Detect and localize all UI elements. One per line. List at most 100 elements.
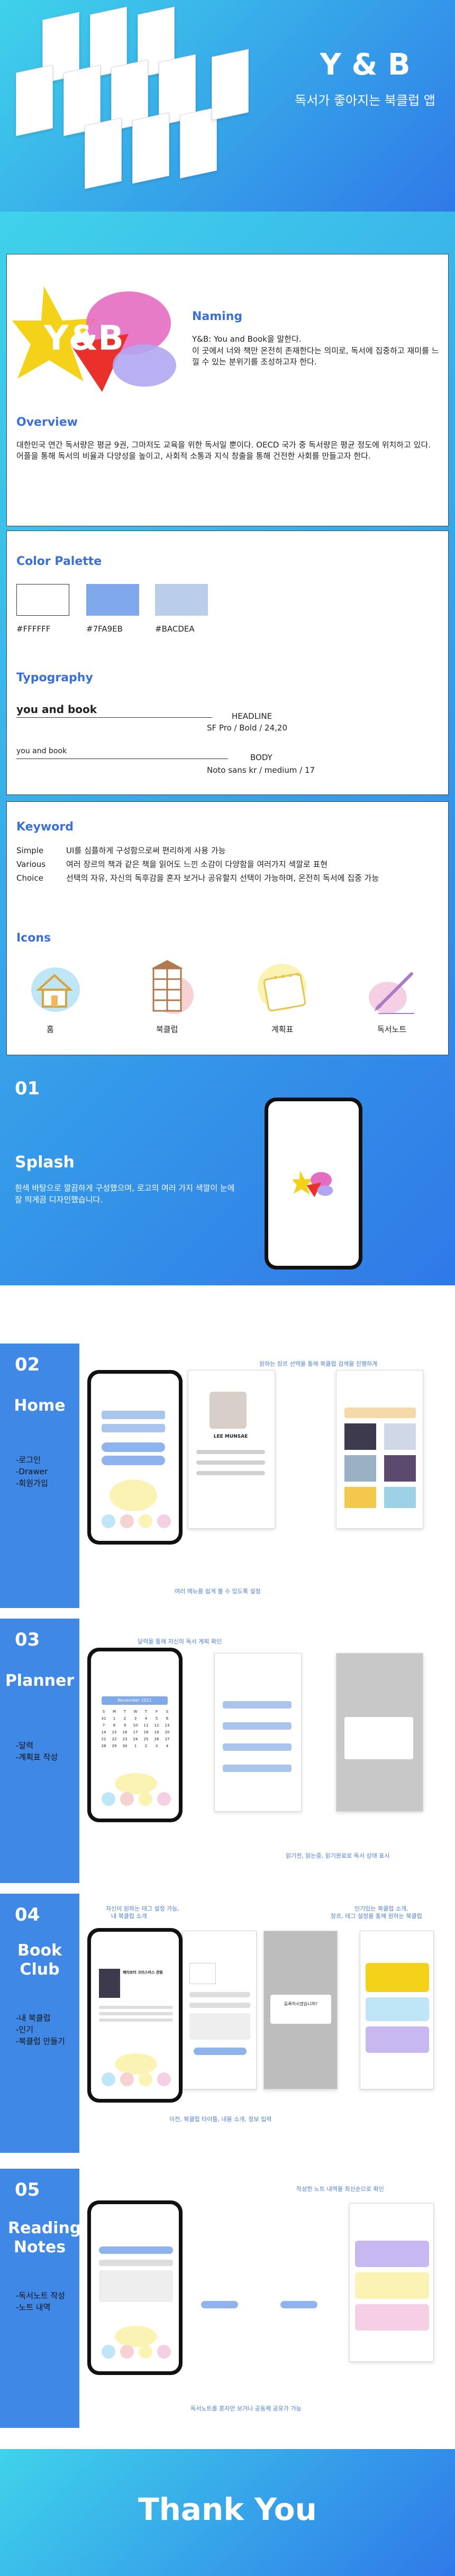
calendar-day[interactable]: 7 bbox=[98, 1722, 109, 1729]
calendar-day[interactable]: 12 bbox=[151, 1722, 162, 1729]
calendar-day[interactable]: 14 bbox=[98, 1729, 109, 1736]
planner-sidebar bbox=[0, 1619, 79, 1883]
notes-phone-write bbox=[87, 2200, 183, 2375]
notes-title: Reading Notes bbox=[8, 2219, 81, 2257]
planner-list-screen bbox=[214, 1653, 302, 1812]
calendar-day[interactable]: 18 bbox=[141, 1729, 151, 1736]
planner-note-top: 달력을 통해 자신의 독서 계획 확인 bbox=[138, 1638, 222, 1645]
calendar-day[interactable]: 27 bbox=[162, 1736, 172, 1743]
body-sample: you and book bbox=[16, 747, 67, 755]
splash-num: 01 bbox=[15, 1078, 40, 1099]
calendar-day[interactable]: 21 bbox=[98, 1736, 109, 1743]
calendar-day[interactable]: 17 bbox=[130, 1729, 141, 1736]
calendar-day[interactable]: 10 bbox=[130, 1722, 141, 1729]
calendar-day[interactable]: 4 bbox=[162, 1743, 172, 1750]
calendar-weekday: F bbox=[155, 1710, 158, 1714]
keyword-term-various: Various bbox=[16, 860, 46, 869]
bookclub-title: Book Club bbox=[17, 1941, 62, 1979]
planner-note-bottom: 읽기전, 읽는중, 읽기완료로 독서 상태 표시 bbox=[286, 1852, 390, 1859]
calendar-day[interactable]: 28 bbox=[98, 1743, 109, 1750]
keyword-card: Keyword Simple UI를 심플하게 구성함으로써 편리하게 사용 가… bbox=[6, 801, 449, 1055]
calendar-day[interactable]: 30 bbox=[120, 1743, 130, 1750]
calendar-weekday: W bbox=[133, 1710, 138, 1714]
planner-title: Planner bbox=[5, 1671, 75, 1690]
notes-feature-2: -노트 내역 bbox=[16, 2303, 51, 2312]
bookclub-book-title: 해리포터 크리스마스 관람 bbox=[123, 1970, 163, 1975]
calendar-day[interactable]: 8 bbox=[109, 1722, 120, 1729]
planner-feature-1: -달력 bbox=[16, 1741, 34, 1750]
home-num: 02 bbox=[15, 1354, 40, 1375]
naming-heading: Naming bbox=[192, 310, 243, 323]
calendar-day[interactable]: 1 bbox=[109, 1715, 120, 1722]
swatch-light-blue-label: #BACDEA bbox=[155, 624, 195, 634]
body-spec: Noto sans kr / medium / 17 bbox=[207, 765, 315, 775]
calendar-day[interactable]: 5 bbox=[151, 1715, 162, 1722]
calendar-day[interactable]: 13 bbox=[162, 1722, 172, 1729]
confirm-dialog-text: 등록하시겠습니까? bbox=[284, 2002, 318, 2006]
calendar-day[interactable]: 3 bbox=[151, 1743, 162, 1750]
palette-heading: Color Palette bbox=[16, 555, 102, 568]
keyword-term-choice: Choice bbox=[16, 873, 43, 883]
naming-line2: 이 곳에서 너와 책만 온전히 존재한다는 의미로, 독서에 집중하고 재미를 … bbox=[192, 346, 439, 367]
headline-label: HEADLINE bbox=[232, 711, 272, 721]
keyword-term-simple: Simple bbox=[16, 846, 44, 855]
calendar-weekday: S bbox=[102, 1710, 105, 1714]
calendar-day[interactable]: 20 bbox=[162, 1729, 172, 1736]
swatch-blue-label: #7FA9EB bbox=[86, 624, 123, 634]
home-phone-login bbox=[87, 1370, 183, 1545]
calendar-day[interactable]: 25 bbox=[141, 1736, 151, 1743]
icon-label-note: 독서노트 bbox=[377, 1025, 407, 1034]
home-feature-1: -로그인 bbox=[16, 1455, 41, 1465]
calendar-weekday: T bbox=[123, 1710, 126, 1714]
bookclub-feature-1: -내 북클럽 bbox=[16, 2013, 51, 2023]
calendar-day[interactable]: 6 bbox=[162, 1715, 172, 1722]
bookclub-confirm-screen: 등록하시겠습니까? bbox=[263, 1931, 338, 2089]
calendar-day[interactable]: 4 bbox=[141, 1715, 151, 1722]
calendar-weekday: M bbox=[112, 1710, 116, 1714]
notes-history-screen bbox=[349, 2203, 434, 2362]
typography-heading: Typography bbox=[16, 671, 93, 684]
naming-line1: Y&B: You and Book을 말한다. bbox=[192, 334, 302, 344]
calendar-day[interactable]: 29 bbox=[109, 1743, 120, 1750]
calendar-weekday: S bbox=[166, 1710, 169, 1714]
planner-phone-calendar: November 2021 S M T W T F S31 1 2 3 4 5 67 8 9 10 11 12 13… bbox=[87, 1648, 183, 1822]
calendar-day[interactable]: 24 bbox=[130, 1736, 141, 1743]
keyword-desc-simple: UI를 심플하게 구성함으로써 편리하게 사용 가능 bbox=[66, 846, 226, 855]
headline-spec: SF Pro / Bold / 24,20 bbox=[207, 723, 287, 733]
calendar-day[interactable]: 15 bbox=[109, 1729, 120, 1736]
planner-status-screen bbox=[336, 1653, 423, 1812]
notes-note-bottom: 독서노트를 혼자만 보거나 공동체 공유가 가능 bbox=[190, 2405, 302, 2412]
calendar-day[interactable]: 16 bbox=[120, 1729, 130, 1736]
swatch-white bbox=[16, 584, 69, 616]
calendar-day[interactable]: 31 bbox=[98, 1715, 109, 1722]
home-note-bottom: 여러 메뉴를 쉽게 볼 수 있도록 설정 bbox=[175, 1588, 261, 1595]
calendar-day[interactable]: 3 bbox=[130, 1715, 141, 1722]
home-icon bbox=[31, 967, 80, 1012]
hero-title: Y & B bbox=[320, 48, 411, 82]
planner-icon bbox=[258, 964, 306, 1012]
icon-label-planner: 계획표 bbox=[271, 1025, 294, 1034]
planner-feature-2: -계획표 작성 bbox=[16, 1752, 58, 1762]
calendar-day[interactable]: 1 bbox=[130, 1743, 141, 1750]
profile-name: LEE MUNSAE bbox=[213, 1434, 248, 1439]
calendar-day[interactable]: 2 bbox=[120, 1715, 130, 1722]
planner-num: 03 bbox=[15, 1629, 40, 1650]
calendar-day[interactable]: 19 bbox=[151, 1729, 162, 1736]
bookclub-note-top-left-2: 내 북클럽 소개 bbox=[111, 1913, 147, 1920]
calendar-grid: S M T W T F S31 1 2 3 4 5 67 8 9 10 11 12 1314 15 16 17 18 19 20… bbox=[98, 1709, 172, 1750]
svg-text:Y&B: Y&B bbox=[43, 319, 124, 358]
calendar-day[interactable]: 2 bbox=[141, 1743, 151, 1750]
splash-logo bbox=[292, 1171, 333, 1198]
bookclub-note-bottom: 이전, 북클럽 타이틀, 내용 소개, 정보 입력 bbox=[169, 2116, 272, 2123]
overview-heading: Overview bbox=[16, 416, 78, 429]
calendar-day[interactable]: 11 bbox=[141, 1722, 151, 1729]
icon-label-bookclub: 북클럽 bbox=[156, 1025, 178, 1034]
calendar-day[interactable]: 26 bbox=[151, 1736, 162, 1743]
calendar-day[interactable]: 23 bbox=[120, 1736, 130, 1743]
swatch-light-blue bbox=[155, 584, 208, 616]
headline-rule bbox=[16, 717, 212, 718]
home-feature-3: -회원가입 bbox=[16, 1478, 48, 1488]
calendar-day[interactable]: 22 bbox=[109, 1736, 120, 1743]
calendar-day[interactable]: 9 bbox=[120, 1722, 130, 1729]
calendar-month: November 2021 bbox=[102, 1696, 168, 1705]
